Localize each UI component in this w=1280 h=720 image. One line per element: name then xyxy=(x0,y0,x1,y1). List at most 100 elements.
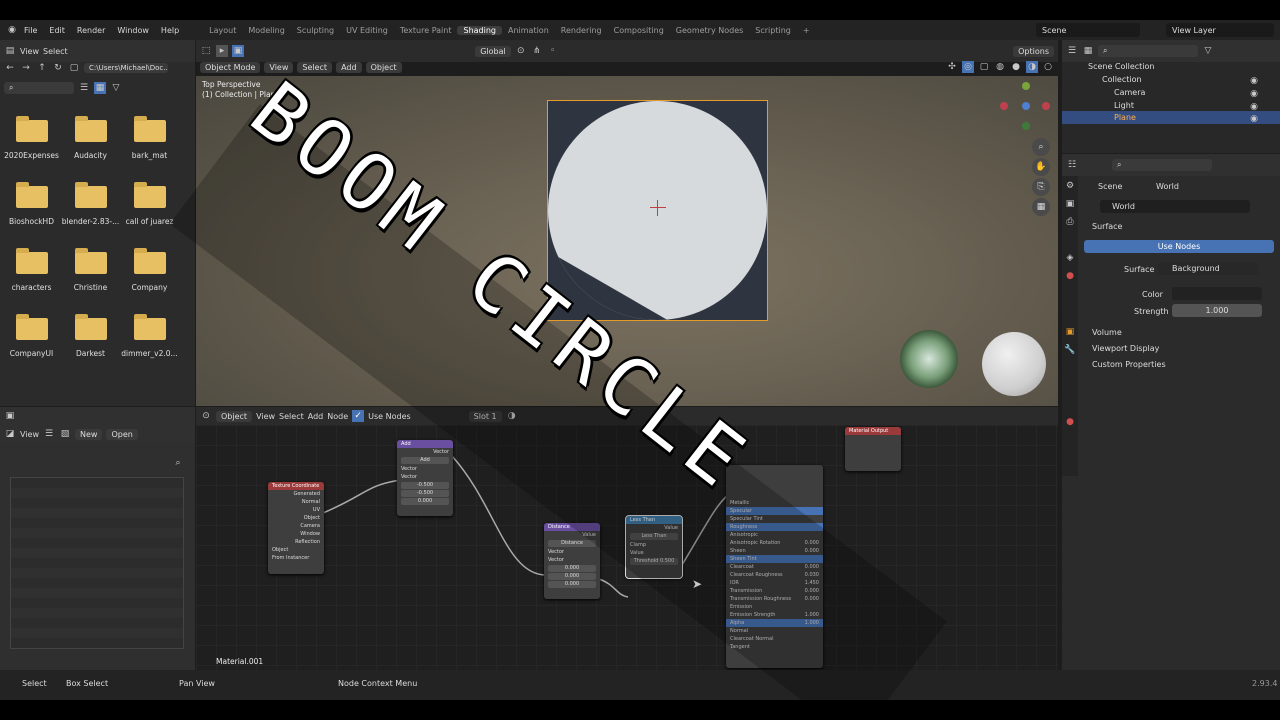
world-tab-icon[interactable]: ● xyxy=(1064,270,1076,282)
folder-item[interactable]: blender-2.83-... xyxy=(61,180,120,246)
tab-texture-paint[interactable]: Texture Paint xyxy=(394,26,458,35)
pan-hand-icon[interactable]: ✋ xyxy=(1032,158,1050,176)
surface-shader-field[interactable]: Background xyxy=(1158,262,1258,275)
solid-shading-icon[interactable]: ● xyxy=(1010,61,1022,73)
node-texture-coordinate[interactable]: Texture Coordinate Generated Normal UV O… xyxy=(268,482,324,574)
folder-item[interactable]: CompanyUI xyxy=(2,312,61,378)
visibility-eye-icon[interactable]: ◉ xyxy=(1248,101,1260,113)
blender-logo-icon[interactable]: ◉ xyxy=(6,24,18,36)
color-field[interactable] xyxy=(1172,287,1262,300)
editor-type-icon[interactable]: ⊙ xyxy=(200,410,212,422)
tab-modeling[interactable]: Modeling xyxy=(242,26,290,35)
breadcrumb-world[interactable]: World xyxy=(1156,182,1179,191)
viewport-menu-view[interactable]: View xyxy=(264,61,294,73)
object-tab-icon[interactable]: ▣ xyxy=(1064,326,1076,338)
node-add[interactable]: Add Vector Add Vector Vector -0.500 -0.5… xyxy=(397,440,453,516)
value-field[interactable]: 0.000 xyxy=(548,581,596,588)
outliner-scene-collection[interactable]: Scene Collection xyxy=(1088,62,1155,71)
nav-gizmo[interactable] xyxy=(996,78,1052,134)
back-arrow-icon[interactable]: ← xyxy=(4,62,16,74)
outliner-search[interactable]: ⌕ xyxy=(1098,45,1198,57)
operation-dropdown[interactable]: Add xyxy=(401,457,449,464)
proportional-icon[interactable]: ◦ xyxy=(547,45,559,57)
ortho-toggle-icon[interactable]: ▦ xyxy=(1032,198,1050,216)
tab-rendering[interactable]: Rendering xyxy=(555,26,608,35)
refresh-icon[interactable]: ↻ xyxy=(52,62,64,74)
viewport-display-section[interactable]: Viewport Display xyxy=(1092,344,1159,353)
outliner-item-collection[interactable]: Collection xyxy=(1102,75,1142,84)
viewport-menu-object[interactable]: Object xyxy=(365,61,402,73)
tab-scripting[interactable]: Scripting xyxy=(749,26,797,35)
viewport-menu-add[interactable]: Add xyxy=(336,61,362,73)
node-menu-add[interactable]: Add xyxy=(308,412,324,421)
gizmo-toggle-icon[interactable]: ✣ xyxy=(946,61,958,73)
node-menu-node[interactable]: Node xyxy=(327,412,348,421)
view-mode-icon[interactable]: ◪ xyxy=(4,428,16,440)
editor-type-icon[interactable]: ☰ xyxy=(1066,45,1078,57)
camera-view-icon[interactable]: ⎘ xyxy=(1032,178,1050,196)
visibility-eye-icon[interactable]: ◉ xyxy=(1248,88,1260,100)
editor-type-icon[interactable]: ☷ xyxy=(1066,159,1078,171)
menu-help[interactable]: Help xyxy=(155,26,185,35)
outliner-item-camera[interactable]: Camera xyxy=(1114,88,1145,97)
editor-type-icon[interactable]: ▤ xyxy=(4,45,16,57)
rendered-shading-icon[interactable]: ○ xyxy=(1042,61,1054,73)
folder-item[interactable]: Darkest xyxy=(61,312,120,378)
node-menu-view[interactable]: View xyxy=(256,412,275,421)
parent-dir-icon[interactable]: ↑ xyxy=(36,62,48,74)
mode-dropdown[interactable]: Object Mode xyxy=(200,61,261,73)
file-menu-select[interactable]: Select xyxy=(43,47,68,56)
volume-section[interactable]: Volume xyxy=(1092,328,1122,337)
surface-section-title[interactable]: Surface xyxy=(1092,222,1122,231)
visibility-eye-icon[interactable]: ◉ xyxy=(1248,75,1260,87)
xray-icon[interactable]: ▢ xyxy=(978,61,990,73)
wireframe-shading-icon[interactable]: ◍ xyxy=(994,61,1006,73)
file-search-input[interactable]: ⌕ xyxy=(4,82,74,94)
tab-compositing[interactable]: Compositing xyxy=(608,26,670,35)
material-shading-icon[interactable]: ◑ xyxy=(1026,61,1038,73)
value-field[interactable]: 0.000 xyxy=(548,573,596,580)
world-name-field[interactable]: World xyxy=(1100,200,1250,213)
editor-type-icon[interactable]: ⬚ xyxy=(200,45,212,57)
value-field[interactable]: 0.000 xyxy=(401,498,449,505)
folder-item[interactable]: Christine xyxy=(61,246,120,312)
grid-view-icon[interactable]: ▦ xyxy=(94,82,106,94)
display-mode-icon[interactable]: ▦ xyxy=(1082,45,1094,57)
tab-sculpting[interactable]: Sculpting xyxy=(291,26,340,35)
tab-animation[interactable]: Animation xyxy=(502,26,555,35)
folder-item[interactable]: bark_mat xyxy=(120,114,179,180)
select-tool-icon[interactable]: ▸ xyxy=(216,45,228,57)
open-image-button[interactable]: Open xyxy=(106,428,138,440)
folder-item[interactable]: call of juarez xyxy=(120,180,179,246)
list-view-icon[interactable]: ☰ xyxy=(78,82,90,94)
folder-item[interactable]: characters xyxy=(2,246,61,312)
properties-search[interactable]: ⌕ xyxy=(1112,159,1212,171)
zoom-icon[interactable]: ⌕ xyxy=(1032,138,1050,156)
folder-item[interactable]: BioshockHD xyxy=(2,180,61,246)
view-layer-selector[interactable]: View Layer xyxy=(1166,23,1274,37)
tool-tab-icon[interactable]: ⚙ xyxy=(1064,180,1076,192)
select-mode-icon[interactable]: ▣ xyxy=(232,45,244,57)
scene-selector[interactable]: Scene xyxy=(1036,23,1140,37)
output-tab-icon[interactable]: ⎙ xyxy=(1064,216,1076,228)
file-menu-view[interactable]: View xyxy=(20,47,39,56)
image-browse-icon[interactable]: ▧ xyxy=(59,428,71,440)
scene-tab-icon[interactable]: ◈ xyxy=(1064,252,1076,264)
folder-item[interactable]: Audacity xyxy=(61,114,120,180)
value-field[interactable]: 0.000 xyxy=(548,565,596,572)
selected-plane[interactable] xyxy=(547,100,768,321)
folder-item[interactable]: Company xyxy=(120,246,179,312)
menu-render[interactable]: Render xyxy=(71,26,111,35)
options-dropdown[interactable]: Options xyxy=(1013,45,1054,57)
value-field[interactable]: -0.500 xyxy=(401,482,449,489)
render-tab-icon[interactable]: ▣ xyxy=(1064,198,1076,210)
modifier-tab-icon[interactable]: 🔧 xyxy=(1064,344,1076,356)
menu-edit[interactable]: Edit xyxy=(43,26,71,35)
outliner-item-plane[interactable]: Plane xyxy=(1114,113,1136,122)
from-instancer-checkbox[interactable]: From Instancer xyxy=(268,554,324,562)
operation-dropdown[interactable]: Distance xyxy=(548,540,596,547)
filter-icon[interactable]: ▽ xyxy=(110,82,122,94)
visibility-eye-icon[interactable]: ◉ xyxy=(1248,113,1260,125)
tab-geometry-nodes[interactable]: Geometry Nodes xyxy=(670,26,749,35)
image-canvas[interactable] xyxy=(10,477,184,649)
